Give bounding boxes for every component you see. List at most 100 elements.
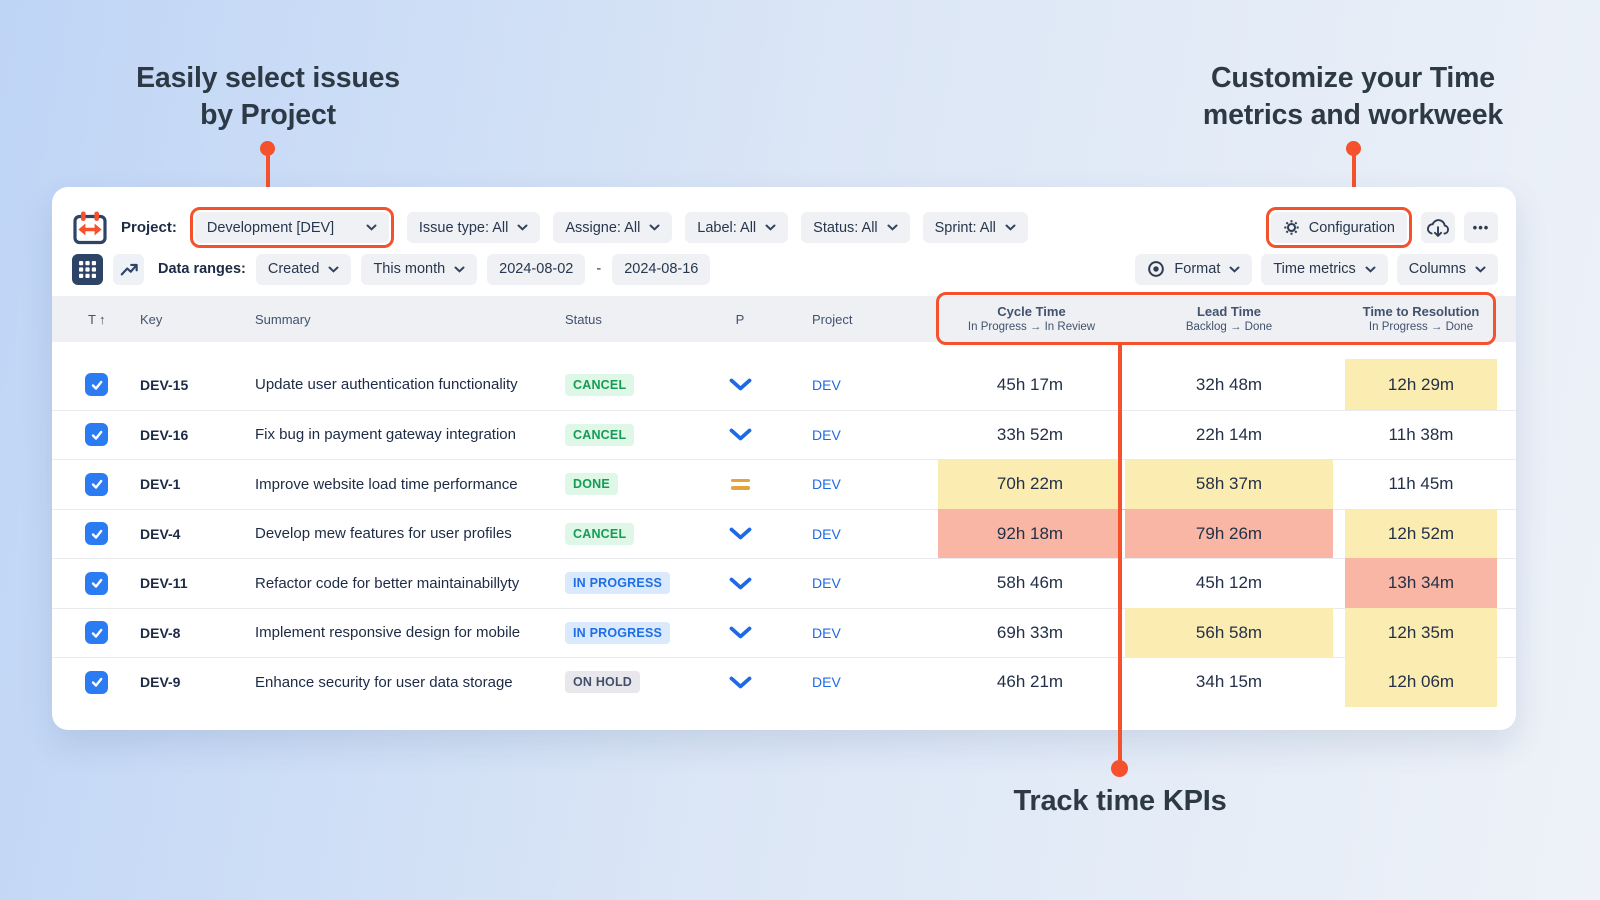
priority-cell [692, 658, 788, 707]
issue-key[interactable]: DEV-11 [140, 559, 255, 608]
check-icon [91, 628, 102, 638]
check-icon [91, 678, 102, 687]
col-header-priority[interactable]: P [692, 312, 788, 327]
filter-label[interactable]: Label: All [685, 212, 789, 243]
cycle-time-cell: 70h 22m [938, 460, 1125, 509]
issue-key[interactable]: DEV-15 [140, 360, 255, 410]
project-link[interactable]: DEV [812, 674, 841, 690]
cycle-time-cell: 92h 18m [938, 509, 1125, 558]
issue-key[interactable]: DEV-1 [140, 460, 255, 509]
status-badge: CANCEL [565, 423, 635, 446]
issue-summary: Improve website load time performance [255, 475, 518, 493]
issue-summary: Implement responsive design for mobile [255, 624, 521, 642]
priority-cell [692, 411, 788, 460]
issue-key[interactable]: DEV-16 [140, 411, 255, 460]
toolbar-actions: Configuration ••• [1265, 207, 1498, 248]
annotation-customize-metrics: Customize your Time metrics and workweek [1153, 60, 1553, 134]
cloud-download-icon [1426, 218, 1449, 237]
filter-status[interactable]: Status: All [801, 212, 910, 243]
filter-assignee[interactable]: Assigne: All [553, 212, 673, 243]
row-checkbox[interactable] [85, 621, 108, 645]
cycle-time-cell: 69h 33m [938, 608, 1125, 657]
col-header-status[interactable]: Status [565, 312, 692, 327]
chevron-down-icon [517, 224, 528, 231]
format-visibility-icon [1148, 261, 1165, 277]
status-badge: CANCEL [565, 522, 635, 545]
configuration-highlight: Configuration [1265, 207, 1412, 248]
line-chart-icon [120, 263, 138, 276]
row-checkbox[interactable] [85, 472, 108, 496]
grid-icon [79, 260, 96, 278]
project-link[interactable]: DEV [812, 377, 841, 393]
toolbar-filters: Project: Development [DEV] Issue type: A… [52, 207, 1516, 248]
status-badge: ON HOLD [565, 671, 641, 694]
cycle-time-cell: 45h 17m [938, 360, 1125, 410]
lead-time-cell: 79h 26m [1125, 509, 1333, 558]
priority-low-icon [729, 378, 751, 391]
row-checkbox[interactable] [85, 423, 108, 447]
row-checkbox[interactable] [85, 571, 108, 595]
priority-low-icon [729, 676, 751, 689]
filter-issue-type[interactable]: Issue type: All [406, 212, 541, 243]
table-display-controls: Format Time metrics Columns [1135, 253, 1498, 285]
columns-button[interactable]: Columns [1396, 253, 1498, 285]
table-row: DEV-15 Update user authentication functi… [52, 360, 1516, 410]
project-link[interactable]: DEV [812, 526, 841, 542]
time-metrics-button[interactable]: Time metrics [1261, 253, 1388, 285]
configuration-button[interactable]: Configuration [1270, 212, 1407, 243]
annotation-line: Easily select issues [136, 62, 400, 94]
issue-key[interactable]: DEV-4 [140, 510, 255, 559]
check-icon [91, 579, 102, 588]
col-header-cycle-time[interactable]: Cycle Time In Progress → In Review [938, 304, 1125, 335]
col-header-lead-time[interactable]: Lead Time Backlog → Done [1125, 304, 1333, 335]
issue-summary: Fix bug in payment gateway integration [255, 426, 516, 444]
project-link[interactable]: DEV [812, 625, 841, 641]
chevron-down-icon [1005, 224, 1016, 231]
lead-time-cell: 34h 15m [1195, 672, 1263, 692]
export-button[interactable] [1421, 212, 1455, 243]
chevron-down-icon [887, 224, 898, 231]
data-ranges-label: Data ranges: [158, 261, 246, 277]
time-to-resolution-cell: 11h 45m [1388, 474, 1454, 494]
issue-key[interactable]: DEV-9 [140, 658, 255, 707]
project-select[interactable]: Development [DEV] [194, 212, 389, 243]
col-header-summary[interactable]: Summary [255, 312, 565, 327]
row-checkbox[interactable] [85, 373, 108, 397]
grid-view-button[interactable] [72, 253, 103, 285]
chevron-down-icon [765, 224, 776, 231]
chevron-down-icon [454, 266, 465, 273]
gear-icon [1284, 220, 1299, 235]
chevron-down-icon [1475, 266, 1486, 273]
col-header-key[interactable]: Key [140, 312, 255, 327]
time-to-resolution-cell: 12h 35m [1345, 608, 1497, 657]
range-period-select[interactable]: This month [361, 253, 478, 285]
annotation-line: metrics and workweek [1202, 99, 1504, 131]
chevron-down-icon [1365, 266, 1376, 273]
priority-medium-icon [730, 478, 750, 490]
project-link[interactable]: DEV [812, 476, 841, 492]
row-checkbox[interactable] [85, 670, 108, 694]
date-from-input[interactable]: 2024-08-02 [487, 253, 586, 285]
range-field-select[interactable]: Created [255, 253, 352, 285]
col-header-type[interactable]: T ↑ [52, 312, 140, 327]
chart-view-button[interactable] [113, 253, 144, 285]
time-to-resolution-cell: 13h 34m [1345, 559, 1497, 608]
issue-summary: Enhance security for user data storage [255, 673, 513, 691]
priority-low-icon [729, 577, 751, 590]
table-row: DEV-9 Enhance security for user data sto… [52, 657, 1516, 707]
filter-sprint[interactable]: Sprint: All [922, 212, 1028, 243]
sort-asc-icon: ↑ [98, 311, 106, 327]
annotation-line: Customize your Time [1211, 62, 1495, 94]
kpi-pointer-line [1118, 344, 1122, 768]
more-button[interactable]: ••• [1464, 212, 1498, 243]
date-to-input[interactable]: 2024-08-16 [612, 253, 711, 285]
project-link[interactable]: DEV [812, 427, 841, 443]
col-header-project[interactable]: Project [788, 312, 938, 327]
project-link[interactable]: DEV [812, 575, 841, 591]
format-button[interactable]: Format [1135, 253, 1253, 285]
col-header-time-to-resolution[interactable]: Time to Resolution In Progress → Done [1345, 304, 1497, 335]
row-checkbox[interactable] [85, 522, 108, 546]
issue-key[interactable]: DEV-8 [140, 609, 255, 658]
chevron-down-icon [366, 224, 377, 231]
check-icon [91, 380, 102, 390]
